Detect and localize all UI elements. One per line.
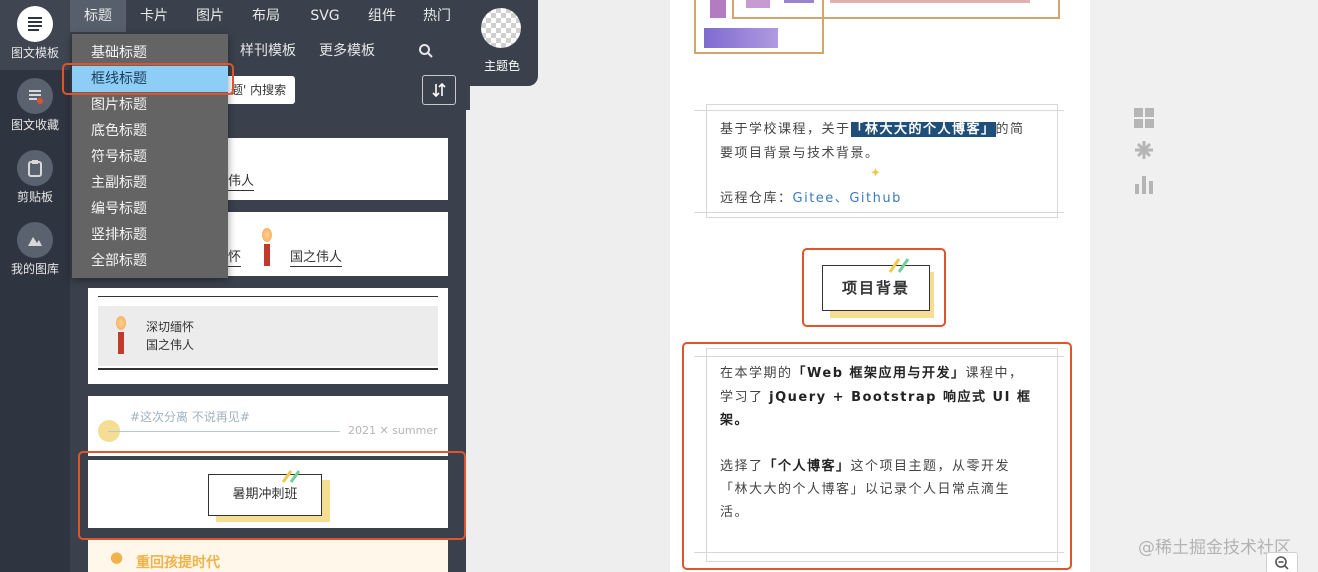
photo-thumb <box>784 0 814 3</box>
right-toolbar: @稀土掘金技术社区 <box>1090 0 1318 572</box>
repo-line: 远程仓库：Gitee、Github <box>720 187 902 211</box>
highlight-template-card <box>78 451 466 540</box>
nav-label-clipboard: 剪贴板 <box>16 190 53 204</box>
card2-right-text: 国之伟人 <box>290 246 343 267</box>
photo-thumb <box>710 0 726 18</box>
left-nav: 图文模板 图文收藏 剪贴板 我的图库 <box>0 0 70 572</box>
card1-text: 伟人 <box>228 170 255 191</box>
paw-icon: ● <box>110 548 124 566</box>
zoom-button[interactable] <box>1266 552 1298 572</box>
theme-color-label: 主题色 <box>483 59 520 73</box>
highlight-section-title <box>802 248 946 327</box>
theme-color-panel[interactable]: 主题色 <box>466 0 538 86</box>
gitee-link[interactable]: Gitee <box>793 191 835 206</box>
zoom-out-icon <box>1275 556 1289 570</box>
intro-highlight: 「林大大的个人博客」 <box>850 122 996 137</box>
search-icon[interactable] <box>418 32 434 70</box>
template-card-4[interactable]: #这次分离 不说再见# 2021 ✕ summer <box>88 396 448 456</box>
candle-icon <box>260 228 274 268</box>
menu-item-symbol[interactable]: 符号标题 <box>72 144 228 170</box>
subtab-journal-templates[interactable]: 样刊模板 <box>240 32 296 70</box>
template-card-3[interactable]: 深切缅怀 国之伟人 <box>88 288 448 384</box>
tab-title[interactable]: 标题 <box>70 0 126 32</box>
nav-label-gallery: 我的图库 <box>10 262 59 276</box>
sparkle-icon: ✦ <box>870 166 881 181</box>
nav-label-favorites: 图文收藏 <box>10 118 59 132</box>
intro-line2: 要项目背景与技术背景。 <box>720 146 880 161</box>
tab-card[interactable]: 卡片 <box>126 0 182 32</box>
github-link[interactable]: Github <box>849 191 902 206</box>
repo-separator: 、 <box>834 191 850 206</box>
tab-component[interactable]: 组件 <box>356 0 408 32</box>
menu-item-background[interactable]: 底色标题 <box>72 118 228 144</box>
theme-color-swatch[interactable] <box>481 8 521 48</box>
tab-hot[interactable]: 热门 <box>408 0 466 32</box>
nav-item-templates[interactable]: 图文模板 <box>0 0 70 70</box>
menu-item-image[interactable]: 图片标题 <box>72 92 228 118</box>
card3-line2: 国之伟人 <box>146 338 195 352</box>
intro-suffix: 的简 <box>995 122 1025 137</box>
sort-icon <box>432 82 446 98</box>
menu-item-main-sub[interactable]: 主副标题 <box>72 170 228 196</box>
intro-line1: 基于学校课程，关于「林大大的个人博客」的简 <box>720 118 1025 142</box>
tab-image[interactable]: 图片 <box>182 0 238 32</box>
highlight-menu-selection <box>62 63 234 95</box>
clipboard-icon <box>17 150 53 186</box>
tab-svg[interactable]: SVG <box>294 0 356 32</box>
photo-thumb <box>704 28 778 48</box>
menu-item-number[interactable]: 编号标题 <box>72 196 228 222</box>
menu-item-vertical[interactable]: 竖排标题 <box>72 222 228 248</box>
nav-item-clipboard[interactable]: 剪贴板 <box>0 144 70 214</box>
card3-line1: 深切缅怀 <box>146 320 195 334</box>
document-lines-icon <box>17 6 53 42</box>
photo-thumb <box>830 0 1030 3</box>
editor-page: 图文模板 图文收藏 剪贴板 我的图库 标题 卡片 图片 布局 SVG 组件 热门 <box>0 0 1318 572</box>
template-card-6[interactable]: ● 重回孩提时代 <box>88 540 448 572</box>
image-gallery-icon <box>17 222 53 258</box>
nav-label-templates: 图文模板 <box>10 46 59 60</box>
bookmark-list-icon <box>17 78 53 114</box>
sort-button[interactable] <box>422 75 456 105</box>
search-in-category-button[interactable]: 题' 内搜索 <box>225 76 295 104</box>
grid-icon[interactable] <box>1134 108 1154 133</box>
photo-thumb <box>746 0 770 8</box>
category-tabs: 标题 卡片 图片 布局 SVG 组件 热门 <box>70 0 470 32</box>
tab-layout[interactable]: 布局 <box>238 0 294 32</box>
candle-icon <box>114 316 128 358</box>
card4-tag: #这次分离 不说再见# <box>130 410 250 424</box>
card6-title: 重回孩提时代 <box>136 555 220 571</box>
card4-date: 2021 ✕ summer <box>348 424 438 437</box>
repo-label: 远程仓库： <box>720 191 793 206</box>
subtab-more-templates[interactable]: 更多模板 <box>319 32 375 70</box>
nav-item-gallery[interactable]: 我的图库 <box>0 216 70 286</box>
bar-chart-icon[interactable] <box>1134 174 1154 199</box>
highlight-body-frame <box>682 342 1072 570</box>
nav-item-favorites[interactable]: 图文收藏 <box>0 72 70 142</box>
menu-item-all[interactable]: 全部标题 <box>72 248 228 274</box>
gear-icon[interactable] <box>1134 140 1154 165</box>
intro-prefix: 基于学校课程，关于 <box>720 122 851 137</box>
card2-left-text: 怀 <box>228 246 242 267</box>
